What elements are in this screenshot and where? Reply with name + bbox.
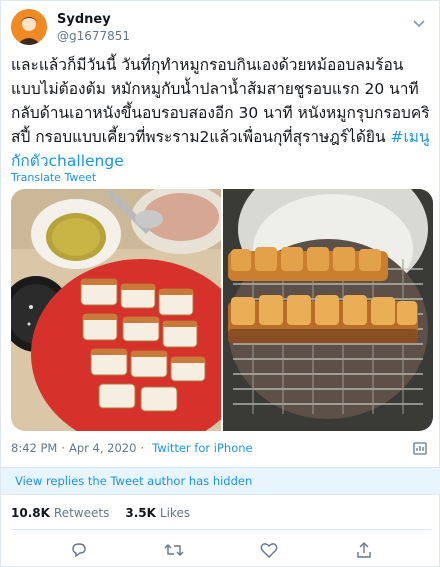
meta-separator: ·	[61, 441, 65, 455]
retweets-stat[interactable]: 10.8K Retweets	[11, 506, 109, 520]
avatar[interactable]	[11, 9, 47, 45]
action-bar	[1, 539, 440, 561]
tweet-text: และแล้วก็มีวันนี้ วันที่กุทำหมูกรอบกินเอ…	[11, 53, 431, 173]
tweet-stats: 10.8K Retweets 3.5K Likes	[11, 506, 206, 520]
retweets-label: Retweets	[53, 506, 110, 520]
likes-count: 3.5K	[125, 506, 156, 520]
translate-tweet-link[interactable]: Translate Tweet	[11, 171, 96, 184]
retweets-count: 10.8K	[11, 506, 50, 520]
share-icon[interactable]	[352, 539, 376, 561]
photo-pork-on-rack[interactable]	[223, 189, 433, 431]
divider	[11, 529, 431, 530]
display-name[interactable]: Sydney	[57, 12, 130, 27]
analytics-icon[interactable]	[413, 439, 427, 459]
hidden-replies-link[interactable]: View replies the Tweet author has hidden	[1, 467, 440, 495]
likes-label: Likes	[159, 506, 191, 520]
likes-stat[interactable]: 3.5K Likes	[125, 506, 190, 520]
tweet-header: Sydney @g1677851	[11, 9, 130, 45]
meta-separator: ·	[140, 441, 145, 455]
tweet-card: Sydney @g1677851 และแล้วก็มีวันนี้ วันที…	[0, 0, 440, 567]
tweet-meta: 8:42 PM · Apr 4, 2020 · Twitter for iPho…	[11, 441, 253, 455]
like-icon[interactable]	[257, 539, 281, 561]
photo-crispy-pork-plate[interactable]	[11, 189, 221, 431]
tweet-time[interactable]: 8:42 PM	[11, 441, 57, 455]
caret-down-icon[interactable]	[413, 13, 425, 32]
tweet-date[interactable]: Apr 4, 2020	[69, 441, 136, 455]
tweet-media	[11, 189, 433, 431]
tweet-body: และแล้วก็มีวันนี้ วันที่กุทำหมูกรอบกินเอ…	[11, 56, 430, 146]
tweet-source-link[interactable]: Twitter for iPhone	[152, 441, 253, 455]
user-handle[interactable]: @g1677851	[57, 29, 130, 43]
retweet-icon[interactable]	[162, 539, 186, 561]
reply-icon[interactable]	[67, 539, 91, 561]
